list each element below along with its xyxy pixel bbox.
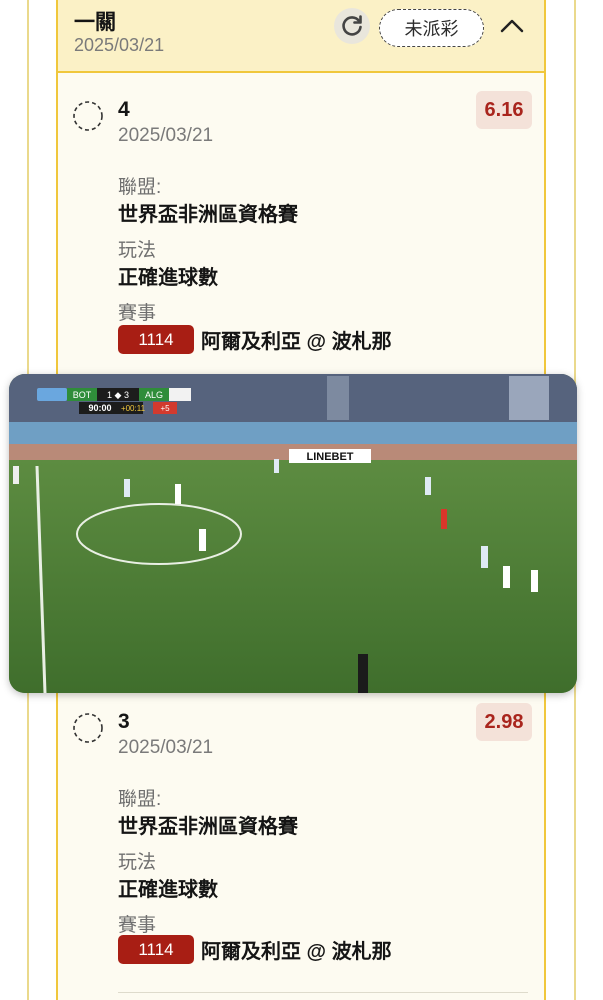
league-label: 聯盟: xyxy=(118,177,162,198)
odds-badge: 2.98 xyxy=(476,703,532,741)
match-name: 阿爾及利亞 @ 波札那 xyxy=(201,331,392,353)
bet-number: 3 xyxy=(118,710,130,733)
score: 1 ◆ 3 xyxy=(107,390,129,400)
event-row: 1114 阿爾及利亞 @ 波札那 xyxy=(118,325,392,354)
video-frame: LINEBET BOT 1 ◆ 3 ALG 90:00 +00:11 +5 xyxy=(9,374,577,693)
refresh-icon xyxy=(342,15,362,36)
selection-radio-icon[interactable] xyxy=(72,712,104,744)
collapse-button[interactable] xyxy=(498,12,526,40)
match-id-badge: 1114 xyxy=(118,325,194,354)
play-label: 玩法 xyxy=(118,852,157,873)
league-value: 世界盃非洲區資格賽 xyxy=(118,204,298,226)
match-id-badge: 1114 xyxy=(118,935,194,964)
play-label: 玩法 xyxy=(118,240,157,261)
bet-group-date: 2025/03/21 xyxy=(74,35,165,55)
home-team-abbr: BOT xyxy=(73,390,92,400)
live-video-player[interactable]: LINEBET BOT 1 ◆ 3 ALG 90:00 +00:11 +5 xyxy=(9,374,577,693)
away-team-abbr: ALG xyxy=(145,390,163,400)
bet-number: 4 xyxy=(118,98,130,121)
play-value: 正確進球數 xyxy=(118,267,218,289)
added-minutes: +5 xyxy=(160,404,170,413)
pitch xyxy=(9,460,577,693)
match-name: 阿爾及利亞 @ 波札那 xyxy=(201,941,392,963)
settlement-status-badge: 未派彩 xyxy=(379,9,484,47)
selection-radio-icon[interactable] xyxy=(72,100,104,132)
event-row: 1114 阿爾及利亞 @ 波札那 xyxy=(118,935,392,964)
event-label: 賽事 xyxy=(118,303,157,324)
odds-badge: 6.16 xyxy=(476,91,532,129)
ad-board-text: LINEBET xyxy=(306,451,353,463)
event-label: 賽事 xyxy=(118,915,157,936)
league-value: 世界盃非洲區資格賽 xyxy=(118,816,298,838)
league-label: 聯盟: xyxy=(118,789,162,810)
bet-date: 2025/03/21 xyxy=(118,125,214,146)
bet-date: 2025/03/21 xyxy=(118,737,214,758)
play-value: 正確進球數 xyxy=(118,879,218,901)
perimeter-wall xyxy=(9,422,577,444)
bet-group-title: 一關 xyxy=(74,11,116,34)
bet-divider xyxy=(118,992,528,993)
extra-time-clock: +00:11 xyxy=(121,404,146,413)
match-clock: 90:00 xyxy=(88,403,111,413)
chevron-up-icon xyxy=(500,19,524,33)
refresh-button[interactable] xyxy=(334,8,370,44)
bet-group-header[interactable]: 一關 2025/03/21 未派彩 xyxy=(58,0,544,73)
